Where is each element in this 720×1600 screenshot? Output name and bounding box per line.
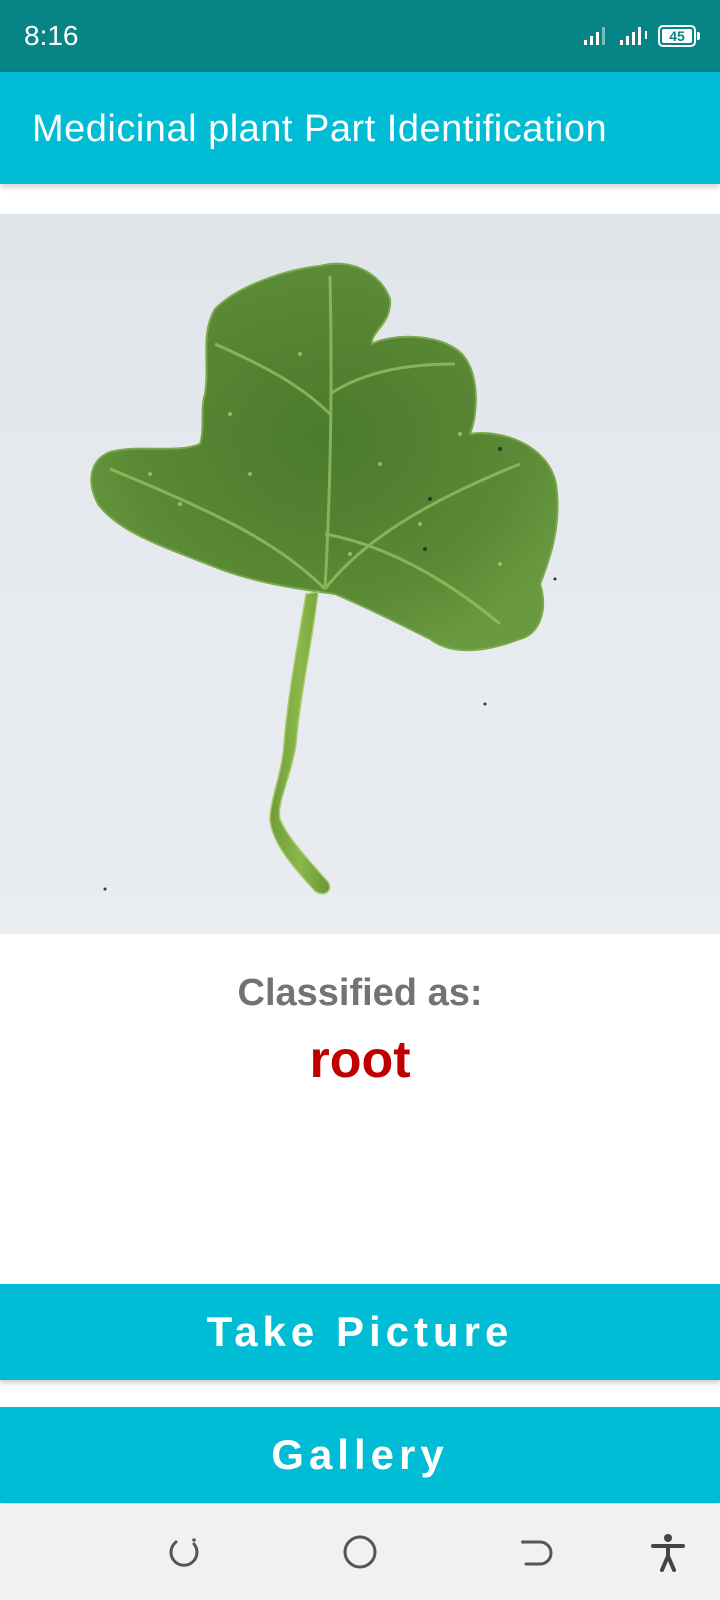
navigation-bar [0,1504,720,1600]
home-icon[interactable] [340,1532,380,1572]
back-icon[interactable] [516,1532,556,1572]
recents-icon[interactable] [164,1532,204,1572]
signal-icon [582,25,610,47]
app-bar: Medicinal plant Part Identification [0,72,720,184]
classified-label: Classified as: [237,972,483,1014]
battery-icon: 45 [658,25,700,47]
app-title: Medicinal plant Part Identification [32,108,608,150]
classified-value: root [309,1031,411,1089]
plant-photo [0,214,720,934]
signal-icon [618,25,650,47]
accessibility-icon[interactable] [648,1532,688,1572]
status-bar: 8:16 45 [0,0,720,72]
battery-level: 45 [669,28,685,44]
leaf-image [90,262,559,895]
status-time: 8:16 [24,20,79,51]
gallery-button[interactable]: Gallery [0,1407,720,1503]
take-picture-button[interactable]: Take Picture [0,1284,720,1380]
status-icons: 45 [582,22,700,50]
